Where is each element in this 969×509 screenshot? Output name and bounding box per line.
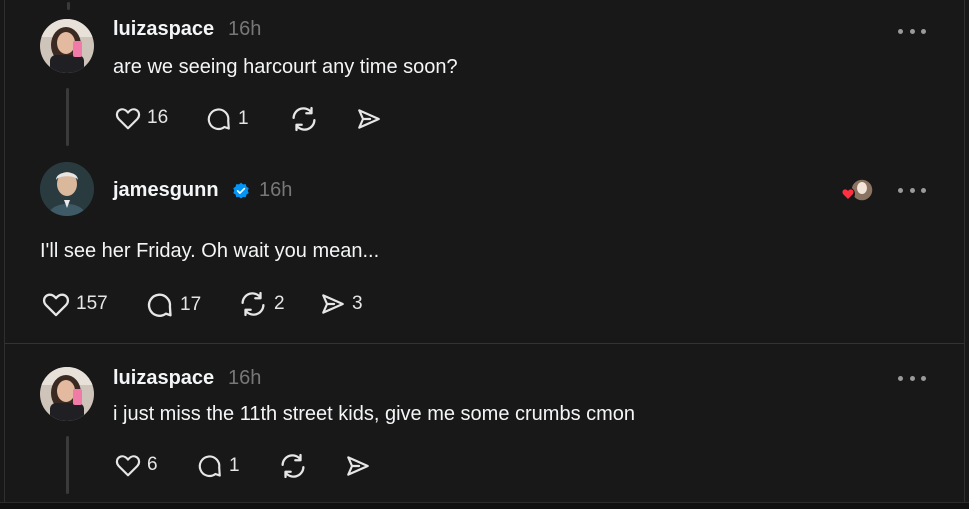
like-button[interactable]: 6	[115, 453, 158, 477]
reply-button[interactable]: 1	[197, 453, 240, 479]
timestamp[interactable]: 16h	[259, 179, 292, 202]
repost-button[interactable]	[289, 105, 325, 133]
avatar[interactable]	[40, 162, 94, 216]
reply-button[interactable]: 1	[206, 106, 249, 132]
share-icon	[358, 109, 380, 129]
heart-icon	[115, 108, 141, 130]
timestamp[interactable]: 16h	[228, 18, 261, 41]
comment-icon	[147, 293, 172, 317]
frame-left-border	[4, 0, 5, 509]
repost-icon	[241, 291, 265, 317]
comment-icon	[207, 108, 230, 130]
repost-button[interactable]: 2	[238, 290, 285, 318]
username[interactable]: jamesgunn	[113, 179, 219, 202]
liked-by-avatar[interactable]	[840, 178, 876, 204]
post-text: i just miss the 11th street kids, give m…	[113, 403, 636, 425]
reply-count: 1	[238, 108, 249, 129]
verified-badge-icon	[233, 182, 249, 199]
more-icon[interactable]	[898, 24, 926, 38]
like-count: 16	[147, 107, 169, 128]
reply-count: 17	[180, 294, 202, 315]
post-divider	[5, 343, 964, 344]
like-count: 6	[147, 454, 158, 475]
heart-icon	[42, 293, 70, 317]
username[interactable]: luizaspace	[113, 18, 214, 41]
thread-line	[66, 436, 69, 494]
avatar[interactable]	[40, 367, 94, 421]
username[interactable]: luizaspace	[113, 367, 214, 390]
reply-button[interactable]: 17	[146, 291, 201, 319]
share-button[interactable]	[345, 454, 377, 478]
like-button[interactable]: 16	[115, 106, 168, 130]
post-text: are we seeing harcourt any time soon?	[113, 56, 458, 78]
like-count: 157	[76, 293, 108, 314]
heart-icon	[115, 455, 141, 477]
more-icon[interactable]	[898, 183, 926, 197]
thread-line	[66, 88, 69, 146]
timestamp[interactable]: 16h	[228, 367, 261, 390]
like-button[interactable]: 157	[42, 291, 108, 317]
share-button[interactable]: 3	[320, 292, 363, 316]
share-count: 3	[352, 293, 363, 314]
post-text: I'll see her Friday. Oh wait you mean...	[40, 240, 380, 262]
repost-button[interactable]	[278, 452, 314, 480]
share-icon	[322, 294, 344, 314]
comment-icon	[198, 455, 221, 477]
reply-count: 1	[229, 455, 240, 476]
more-icon[interactable]	[898, 371, 926, 385]
repost-icon	[292, 106, 316, 132]
share-icon	[347, 456, 369, 476]
repost-icon	[281, 453, 305, 479]
frame-right-border	[964, 0, 965, 509]
thread-line	[67, 2, 70, 10]
bottom-edge	[0, 502, 969, 509]
avatar[interactable]	[40, 19, 94, 73]
repost-count: 2	[274, 293, 285, 314]
share-button[interactable]	[356, 107, 388, 131]
